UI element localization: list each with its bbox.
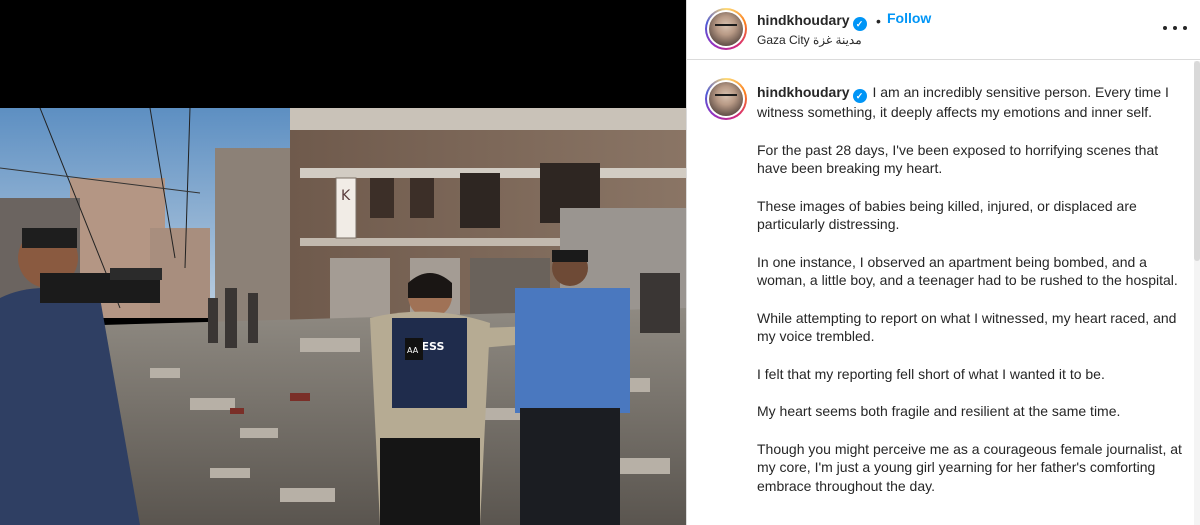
avatar-photo — [709, 12, 743, 46]
scrollbar-thumb[interactable] — [1194, 61, 1200, 261]
author-avatar[interactable] — [705, 8, 747, 50]
caption-paragraph: In one instance, I observed an apartment… — [757, 253, 1178, 289]
caption-paragraph: My heart seems both fragile and resilien… — [757, 403, 1121, 419]
avatar-photo — [709, 82, 743, 116]
caption-paragraph: hindkhoudary ✓ I am an incredibly sensiti… — [757, 84, 1169, 120]
caption-paragraph: These images of babies being killed, inj… — [757, 197, 1137, 233]
caption-paragraph: Though you might perceive me as a courag… — [757, 440, 1182, 494]
follow-button[interactable]: Follow — [885, 10, 933, 26]
post-side-panel: hindkhoudary ✓ • Follow Gaza City مدينة غ… — [686, 0, 1200, 525]
header-separator: • — [876, 13, 881, 29]
caption-area: hindkhoudary ✓ I am an incredibly sensiti… — [687, 61, 1200, 525]
caption-username[interactable]: hindkhoudary ✓ — [757, 84, 867, 103]
verified-badge-icon: ✓ — [852, 17, 867, 31]
microphone-label: AA — [407, 346, 419, 355]
avatar-glasses — [715, 24, 737, 30]
author-username[interactable]: hindkhoudary ✓ — [757, 12, 867, 31]
photo-illustration: K PRESS AA — [0, 108, 686, 525]
caption-scrollbar[interactable] — [1194, 61, 1200, 525]
author-username-text: hindkhoudary — [757, 12, 850, 28]
caption-paragraph: While attempting to report on what I wit… — [757, 309, 1177, 345]
post-header: hindkhoudary ✓ • Follow Gaza City مدينة غ… — [687, 0, 1200, 60]
avatar-glasses — [715, 94, 737, 100]
caption-paragraph: I felt that my reporting fell short of w… — [757, 365, 1105, 382]
media-pane: K PRESS AA — [0, 0, 686, 525]
caption-paragraph: For the past 28 days, I've been exposed … — [757, 141, 1159, 177]
more-options-icon[interactable] — [1163, 18, 1187, 38]
caption-avatar[interactable] — [705, 78, 747, 120]
post-location[interactable]: Gaza City مدينة غزة — [757, 33, 862, 47]
caption-text: hindkhoudary ✓ I am an incredibly sensiti… — [757, 83, 1183, 514]
shop-sign-letter: K — [341, 188, 351, 204]
post-photo[interactable]: K PRESS AA — [0, 108, 686, 525]
verified-badge-icon: ✓ — [852, 89, 867, 103]
